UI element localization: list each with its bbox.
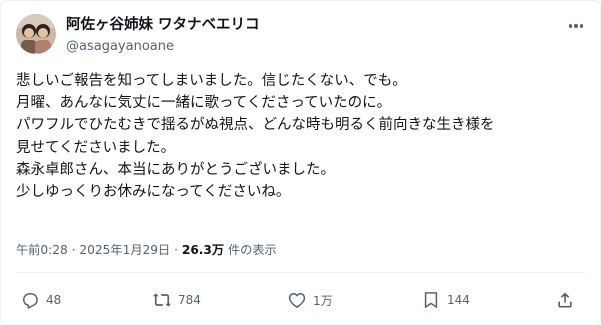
user-handle[interactable]: @asagayanoane	[66, 37, 260, 56]
repost-button[interactable]: 784	[152, 285, 201, 315]
post-text: 悲しいご報告を知ってしまいました。信じたくない、でも。 月曜、あんなに気丈に一緒…	[16, 70, 588, 203]
repost-icon	[152, 293, 172, 307]
like-button[interactable]: 1万	[287, 285, 333, 315]
bookmark-icon	[424, 292, 438, 308]
reply-button[interactable]: 48	[20, 285, 61, 315]
share-button[interactable]	[555, 285, 575, 315]
divider	[16, 272, 585, 273]
post-meta: 午前0:28 · 2025年1月29日 · 26.3万 件の表示	[16, 240, 277, 258]
repost-count: 784	[178, 293, 201, 307]
post-text-line: 見せてくださいました。	[16, 139, 176, 156]
reply-icon	[23, 293, 38, 309]
post-text-line: 森永卓郎さん、本当にありがとうございました。	[16, 161, 335, 178]
views-label: 件の表示	[227, 243, 277, 257]
post-text-line: 少しゆっくりお休みになってくださいね。	[16, 184, 291, 201]
avatar[interactable]	[16, 14, 56, 54]
user-info: 阿佐ヶ谷姉妹 ワタナベエリコ @asagayanoane	[66, 16, 260, 56]
post-timestamp[interactable]: 午前0:28 · 2025年1月29日	[16, 243, 170, 257]
reply-count: 48	[46, 293, 62, 307]
action-bar: 48 784 1万 144	[0, 285, 601, 315]
bookmark-button[interactable]: 144	[421, 285, 470, 315]
bookmark-count: 144	[447, 293, 470, 307]
post-text-line: 月曜、あんなに気丈に一緒に歌ってくださっていたのに。	[16, 95, 392, 112]
display-name[interactable]: 阿佐ヶ谷姉妹 ワタナベエリコ	[66, 16, 260, 35]
post-text-line: 悲しいご報告を知ってしまいました。信じたくない、でも。	[16, 73, 407, 89]
post-text-line: パワフルでひたむきで揺るがぬ視点、どんな時も明るく前向きな生き様を	[16, 117, 495, 134]
more-options-icon[interactable]	[565, 16, 587, 36]
meta-separator: ·	[170, 243, 182, 257]
views-count[interactable]: 26.3万	[182, 243, 224, 257]
share-icon	[558, 292, 572, 308]
heart-icon	[288, 293, 306, 308]
like-count: 1万	[313, 293, 333, 308]
